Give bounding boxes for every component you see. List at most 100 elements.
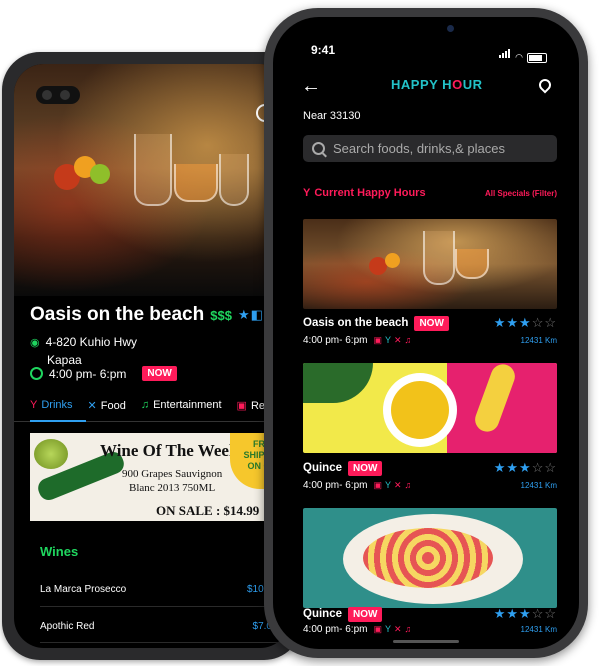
time-text: 4:00 pm- 6:pm bbox=[303, 624, 368, 635]
location-pin-icon[interactable] bbox=[536, 76, 554, 94]
now-badge: NOW bbox=[347, 606, 383, 622]
address-line-2: Kapaa bbox=[47, 353, 82, 367]
menu-item-name: La Marca Prosecco bbox=[40, 584, 127, 595]
venue-name-text: Quince bbox=[303, 462, 342, 474]
search-placeholder: Search foods, drinks,& places bbox=[333, 141, 505, 156]
now-badge: NOW bbox=[142, 366, 177, 381]
venue-name-text: Quince bbox=[303, 608, 342, 620]
amenity-icons: ▣Y✕♫ bbox=[373, 335, 415, 345]
distance: 12431 Km bbox=[520, 481, 557, 490]
cocktail-icon: Y bbox=[30, 399, 38, 411]
venue-card-time: 4:00 pm- 6:pm ▣Y✕♫ bbox=[303, 335, 414, 346]
battery-icon bbox=[527, 53, 547, 63]
section-title-text: Current Happy Hours bbox=[314, 187, 426, 199]
menu-divider bbox=[40, 606, 280, 607]
signal-icon bbox=[499, 45, 511, 63]
tab-food[interactable]: ✕ Food bbox=[88, 399, 126, 412]
menu-item[interactable]: La Marca Prosecco $10.9 bbox=[40, 584, 272, 595]
time-text: 4:00 pm- 6:pm bbox=[303, 480, 368, 491]
venue-hero-image bbox=[14, 64, 290, 296]
venue-card-meta-row: 4:00 pm- 6:pm ▣Y✕♫ 12431 Km bbox=[303, 480, 557, 491]
logo-text: UR bbox=[462, 77, 483, 92]
venue-card-time: 4:00 pm- 6:pm ▣Y✕♫ bbox=[303, 480, 414, 491]
notch bbox=[355, 17, 497, 45]
grapes-image bbox=[34, 439, 68, 469]
venue-card-title-row: Quince NOW ★★★☆☆ bbox=[303, 606, 557, 622]
tab-label: Drinks bbox=[41, 399, 73, 411]
banner-subtitle-line: 900 Grapes Sauvignon bbox=[122, 468, 223, 480]
venue-card-meta-row: 4:00 pm- 6:pm ▣Y✕♫ 12431 Km bbox=[303, 624, 557, 635]
android-phone: Oasis on the beach $$$ ★◧☆☆ ◉ 4-820 Kuhio… bbox=[2, 52, 302, 660]
rating-stars: ★★★☆☆ bbox=[493, 315, 557, 330]
logo-text-o: O bbox=[452, 77, 463, 92]
venue-title-row: Oasis on the beach $$$ ★◧☆☆ bbox=[30, 304, 289, 326]
banner-subtitle: 900 Grapes Sauvignon Blanc 2013 750ML bbox=[122, 467, 222, 495]
venue-card-title-row: Quince NOW ★★★☆☆ bbox=[303, 460, 557, 476]
rating-stars: ★★★☆☆ bbox=[493, 460, 557, 475]
distance: 12431 Km bbox=[520, 625, 557, 634]
location-pin-icon: ◉ bbox=[30, 337, 40, 349]
iphone: 9:41 ◠ ← HAPPY HOUR Near 33130 Search fo… bbox=[264, 8, 588, 658]
banner-subtitle-line: Blanc 2013 750ML bbox=[129, 482, 216, 494]
venue-card-image[interactable] bbox=[303, 508, 557, 608]
venue-card-image[interactable] bbox=[303, 219, 557, 309]
venue-card-meta-row: 4:00 pm- 6:pm ▣Y✕♫ 12431 Km bbox=[303, 335, 557, 346]
tab-label: Entertainment bbox=[153, 399, 222, 411]
search-input[interactable]: Search foods, drinks,& places bbox=[303, 135, 557, 162]
section-title: Y Current Happy Hours bbox=[303, 187, 426, 199]
menu-item[interactable]: Apothic Red $7.0 bbox=[40, 621, 272, 632]
happy-hour-logo: HAPPY HOUR bbox=[391, 77, 482, 92]
active-tab-indicator bbox=[30, 420, 86, 422]
home-indicator bbox=[393, 640, 459, 643]
now-badge: NOW bbox=[347, 460, 383, 476]
logo-text: HAPPY H bbox=[391, 77, 453, 92]
gift-icon: ▣ bbox=[236, 400, 247, 412]
menu-divider bbox=[40, 642, 280, 643]
tab-rewards[interactable]: ▣ Re bbox=[237, 399, 265, 412]
time-text: 4:00 pm- 6:pm bbox=[303, 335, 368, 346]
amenity-icons: ▣Y✕♫ bbox=[373, 624, 415, 634]
venue-address: ◉ 4-820 Kuhio Hwy Kapaa bbox=[30, 334, 137, 369]
status-icons: ◠ bbox=[499, 45, 547, 63]
status-time: 9:41 bbox=[311, 43, 336, 57]
rating-stars: ★★★☆☆ bbox=[493, 606, 557, 621]
venue-card-name[interactable]: Oasis on the beach NOW bbox=[303, 315, 449, 331]
price-level: $$$ bbox=[210, 307, 232, 323]
banner-sale-price: ON SALE : $14.99 bbox=[156, 503, 260, 518]
wine-of-week-banner[interactable]: Wine Of The Week 900 Grapes Sauvignon Bl… bbox=[30, 433, 290, 521]
cocktail-icon: Y bbox=[303, 187, 311, 199]
amenity-icons: ▣Y✕♫ bbox=[373, 480, 415, 490]
android-screen: Oasis on the beach $$$ ★◧☆☆ ◉ 4-820 Kuhio… bbox=[14, 64, 290, 648]
iphone-screen: 9:41 ◠ ← HAPPY HOUR Near 33130 Search fo… bbox=[273, 17, 579, 649]
back-arrow-icon[interactable]: ← bbox=[301, 75, 321, 98]
now-badge: NOW bbox=[414, 315, 449, 331]
venue-hours: 4:00 pm- 6:pm NOW bbox=[30, 366, 177, 381]
venue-card-time: 4:00 pm- 6:pm ▣Y✕♫ bbox=[303, 624, 414, 635]
tab-label: Re bbox=[250, 400, 266, 412]
venue-card-image[interactable] bbox=[303, 363, 557, 453]
music-icon: ♫ bbox=[140, 399, 150, 411]
distance: 12431 Km bbox=[520, 336, 557, 345]
clock-icon bbox=[30, 367, 43, 380]
menu-section-title: Wines bbox=[40, 544, 79, 559]
banner-title: Wine Of The Week bbox=[100, 441, 239, 460]
wifi-icon: ◠ bbox=[515, 52, 523, 62]
camera-cutout bbox=[36, 86, 80, 104]
hours-text: 4:00 pm- 6:pm bbox=[49, 366, 127, 381]
venue-name: Oasis on the beach bbox=[30, 304, 205, 325]
section-header: Y Current Happy Hours All Specials (Filte… bbox=[303, 187, 557, 199]
category-tabs: Y Drinks ✕ Food ♫ Entertainment ▣ Re bbox=[30, 399, 265, 412]
menu-item-name: Apothic Red bbox=[40, 621, 95, 632]
near-location: Near 33130 bbox=[303, 110, 361, 122]
tab-entertainment[interactable]: ♫ Entertainment bbox=[141, 399, 222, 412]
utensils-icon: ✕ bbox=[87, 400, 97, 412]
tab-label: Food bbox=[100, 400, 126, 412]
venue-card-name[interactable]: Quince NOW bbox=[303, 460, 383, 476]
venue-card-title-row: Oasis on the beach NOW ★★★☆☆ bbox=[303, 315, 557, 331]
filter-link[interactable]: All Specials (Filter) bbox=[485, 189, 557, 198]
venue-name-text: Oasis on the beach bbox=[303, 317, 409, 329]
search-icon bbox=[312, 142, 325, 155]
venue-card-name[interactable]: Quince NOW bbox=[303, 606, 383, 622]
tab-drinks[interactable]: Y Drinks bbox=[30, 399, 73, 412]
address-line-1: 4-820 Kuhio Hwy bbox=[45, 335, 137, 349]
